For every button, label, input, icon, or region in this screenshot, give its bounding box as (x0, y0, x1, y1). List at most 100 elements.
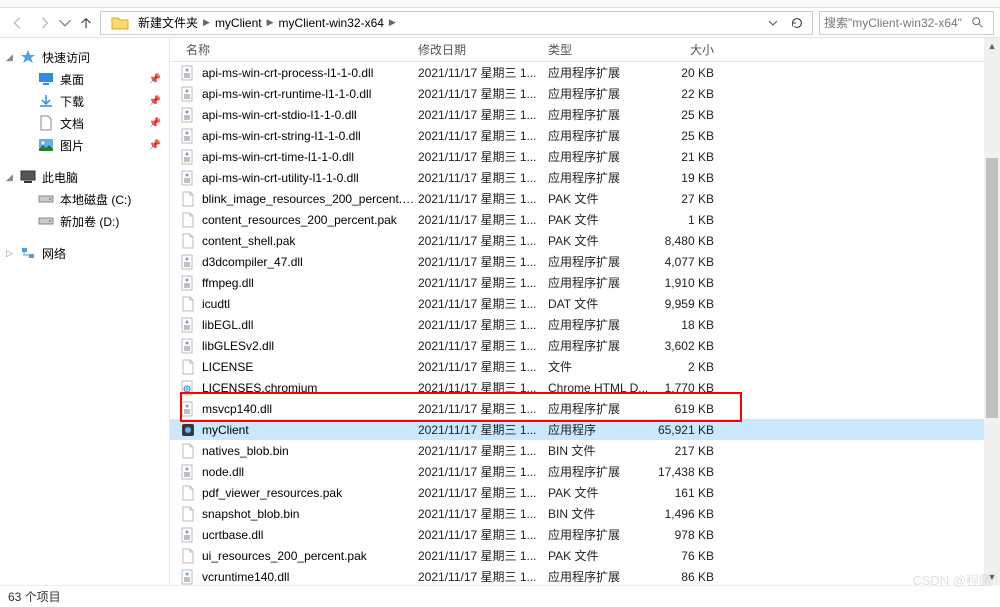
file-row[interactable]: LICENSES.chromium2021/11/17 星期三 1...Chro… (170, 377, 1000, 398)
file-size: 27 KB (654, 192, 724, 206)
file-row[interactable]: ui_resources_200_percent.pak2021/11/17 星… (170, 545, 1000, 566)
file-icon (180, 254, 196, 270)
history-dropdown[interactable] (762, 12, 784, 34)
file-date: 2021/11/17 星期三 1... (418, 64, 548, 81)
breadcrumb-item[interactable]: myClient (212, 16, 265, 30)
file-type: BIN 文件 (548, 505, 654, 522)
sidebar-desktop[interactable]: 桌面📌 (0, 68, 169, 90)
column-name[interactable]: 名称 (180, 41, 418, 58)
sidebar-network[interactable]: ▷ 网络 (0, 242, 169, 264)
file-type: 应用程序扩展 (548, 64, 654, 81)
file-size: 17,438 KB (654, 465, 724, 479)
sidebar-drive-d[interactable]: 新加卷 (D:) (0, 210, 169, 232)
file-row[interactable]: api-ms-win-crt-time-l1-1-0.dll2021/11/17… (170, 146, 1000, 167)
file-icon (180, 485, 196, 501)
file-icon (180, 86, 196, 102)
file-row[interactable]: snapshot_blob.bin2021/11/17 星期三 1...BIN … (170, 503, 1000, 524)
file-name: msvcp140.dll (202, 402, 418, 416)
file-size: 18 KB (654, 318, 724, 332)
file-row[interactable]: libGLESv2.dll2021/11/17 星期三 1...应用程序扩展3,… (170, 335, 1000, 356)
scroll-up-button[interactable]: ▲ (984, 38, 1000, 54)
file-type: 应用程序扩展 (548, 337, 654, 354)
search-placeholder: 搜索"myClient-win32-x64" (824, 14, 962, 31)
forward-button[interactable] (32, 11, 56, 35)
file-size: 65,921 KB (654, 423, 724, 437)
file-size: 25 KB (654, 108, 724, 122)
refresh-button[interactable] (786, 12, 808, 34)
recent-dropdown[interactable] (58, 11, 72, 35)
file-row[interactable]: vcruntime140.dll2021/11/17 星期三 1...应用程序扩… (170, 566, 1000, 587)
vertical-scrollbar[interactable]: ▲ ▼ (984, 38, 1000, 585)
file-type: PAK 文件 (548, 190, 654, 207)
file-row[interactable]: LICENSE2021/11/17 星期三 1...文件2 KB (170, 356, 1000, 377)
file-row[interactable]: api-ms-win-crt-string-l1-1-0.dll2021/11/… (170, 125, 1000, 146)
file-name: api-ms-win-crt-string-l1-1-0.dll (202, 129, 418, 143)
file-size: 3,602 KB (654, 339, 724, 353)
file-icon (180, 233, 196, 249)
file-size: 25 KB (654, 129, 724, 143)
file-name: LICENSE (202, 360, 418, 374)
file-row[interactable]: ffmpeg.dll2021/11/17 星期三 1...应用程序扩展1,910… (170, 272, 1000, 293)
file-row[interactable]: msvcp140.dll2021/11/17 星期三 1...应用程序扩展619… (170, 398, 1000, 419)
file-row[interactable]: node.dll2021/11/17 星期三 1...应用程序扩展17,438 … (170, 461, 1000, 482)
sidebar-quick-access[interactable]: ◢ 快速访问 (0, 46, 169, 68)
search-input[interactable]: 搜索"myClient-win32-x64" (819, 11, 994, 35)
file-type: 应用程序扩展 (548, 148, 654, 165)
file-type: 应用程序扩展 (548, 127, 654, 144)
file-row[interactable]: api-ms-win-crt-process-l1-1-0.dll2021/11… (170, 62, 1000, 83)
file-icon (180, 338, 196, 354)
pin-icon: 📌 (149, 96, 161, 107)
file-name: libEGL.dll (202, 318, 418, 332)
breadcrumb-item[interactable]: 新建文件夹 (135, 14, 201, 31)
file-type: BIN 文件 (548, 442, 654, 459)
file-size: 161 KB (654, 486, 724, 500)
file-size: 217 KB (654, 444, 724, 458)
file-row[interactable]: icudtl2021/11/17 星期三 1...DAT 文件9,959 KB (170, 293, 1000, 314)
file-row[interactable]: api-ms-win-crt-utility-l1-1-0.dll2021/11… (170, 167, 1000, 188)
file-date: 2021/11/17 星期三 1... (418, 421, 548, 438)
back-button[interactable] (6, 11, 30, 35)
file-row[interactable]: blink_image_resources_200_percent.p...20… (170, 188, 1000, 209)
file-icon (180, 107, 196, 123)
sidebar-pictures[interactable]: 图片📌 (0, 134, 169, 156)
file-date: 2021/11/17 星期三 1... (418, 295, 548, 312)
file-row[interactable]: ucrtbase.dll2021/11/17 星期三 1...应用程序扩展978… (170, 524, 1000, 545)
file-size: 8,480 KB (654, 234, 724, 248)
file-row[interactable]: natives_blob.bin2021/11/17 星期三 1...BIN 文… (170, 440, 1000, 461)
column-headers: 名称 修改日期 类型 大小 (170, 38, 1000, 62)
file-row[interactable]: pdf_viewer_resources.pak2021/11/17 星期三 1… (170, 482, 1000, 503)
sidebar-downloads[interactable]: 下载📌 (0, 90, 169, 112)
file-row[interactable]: myClient2021/11/17 星期三 1...应用程序65,921 KB (170, 419, 1000, 440)
file-type: 应用程序扩展 (548, 85, 654, 102)
column-size[interactable]: 大小 (654, 41, 724, 58)
breadcrumb-item[interactable]: myClient-win32-x64 (276, 16, 387, 30)
file-icon (180, 506, 196, 522)
file-row[interactable]: api-ms-win-crt-stdio-l1-1-0.dll2021/11/1… (170, 104, 1000, 125)
file-row[interactable]: api-ms-win-crt-runtime-l1-1-0.dll2021/11… (170, 83, 1000, 104)
file-date: 2021/11/17 星期三 1... (418, 526, 548, 543)
file-icon (180, 401, 196, 417)
file-size: 22 KB (654, 87, 724, 101)
file-type: PAK 文件 (548, 547, 654, 564)
file-row[interactable]: content_resources_200_percent.pak2021/11… (170, 209, 1000, 230)
file-date: 2021/11/17 星期三 1... (418, 253, 548, 270)
file-icon (180, 296, 196, 312)
file-date: 2021/11/17 星期三 1... (418, 106, 548, 123)
file-size: 978 KB (654, 528, 724, 542)
sidebar-documents[interactable]: 文档📌 (0, 112, 169, 134)
sidebar-this-pc[interactable]: ◢ 此电脑 (0, 166, 169, 188)
breadcrumb-bar[interactable]: 新建文件夹 ▶ myClient ▶ myClient-win32-x64 ▶ (100, 11, 813, 35)
up-button[interactable] (74, 11, 98, 35)
column-type[interactable]: 类型 (548, 41, 654, 58)
file-row[interactable]: content_shell.pak2021/11/17 星期三 1...PAK … (170, 230, 1000, 251)
file-row[interactable]: libEGL.dll2021/11/17 星期三 1...应用程序扩展18 KB (170, 314, 1000, 335)
file-row[interactable]: d3dcompiler_47.dll2021/11/17 星期三 1...应用程… (170, 251, 1000, 272)
file-type: 应用程序扩展 (548, 316, 654, 333)
column-date[interactable]: 修改日期 (418, 41, 548, 58)
file-date: 2021/11/17 星期三 1... (418, 232, 548, 249)
scroll-thumb[interactable] (986, 158, 998, 418)
file-date: 2021/11/17 星期三 1... (418, 400, 548, 417)
sidebar-drive-c[interactable]: 本地磁盘 (C:) (0, 188, 169, 210)
file-size: 4,077 KB (654, 255, 724, 269)
file-icon (180, 149, 196, 165)
